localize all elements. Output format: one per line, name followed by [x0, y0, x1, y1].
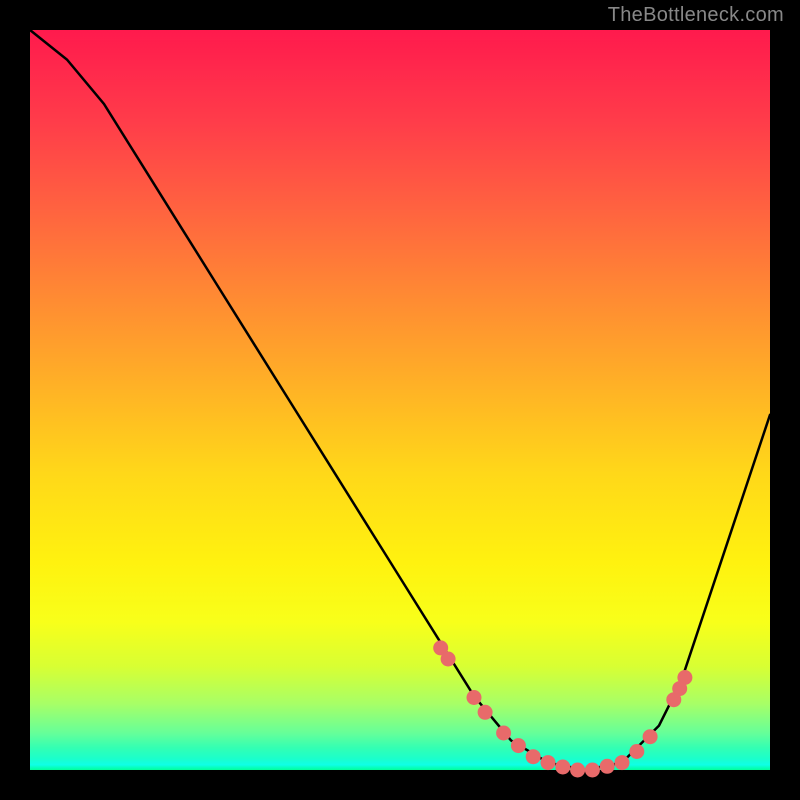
curve-marker: [478, 705, 493, 720]
curve-markers: [433, 640, 692, 777]
curve-marker: [600, 759, 615, 774]
watermark-text: TheBottleneck.com: [608, 4, 784, 27]
curve-marker: [677, 670, 692, 685]
plot-area: [30, 30, 770, 770]
curve-marker: [467, 690, 482, 705]
curve-marker: [629, 744, 644, 759]
curve-marker: [496, 726, 511, 741]
curve-marker: [615, 755, 630, 770]
curve-marker: [585, 763, 600, 778]
curve-marker: [511, 738, 526, 753]
curve-marker: [441, 652, 456, 667]
curve-marker: [643, 729, 658, 744]
bottleneck-curve: [30, 30, 770, 770]
curve-marker: [570, 763, 585, 778]
curve-marker: [526, 749, 541, 764]
curve-marker: [555, 760, 570, 775]
curve-line: [30, 30, 770, 770]
curve-marker: [541, 755, 556, 770]
